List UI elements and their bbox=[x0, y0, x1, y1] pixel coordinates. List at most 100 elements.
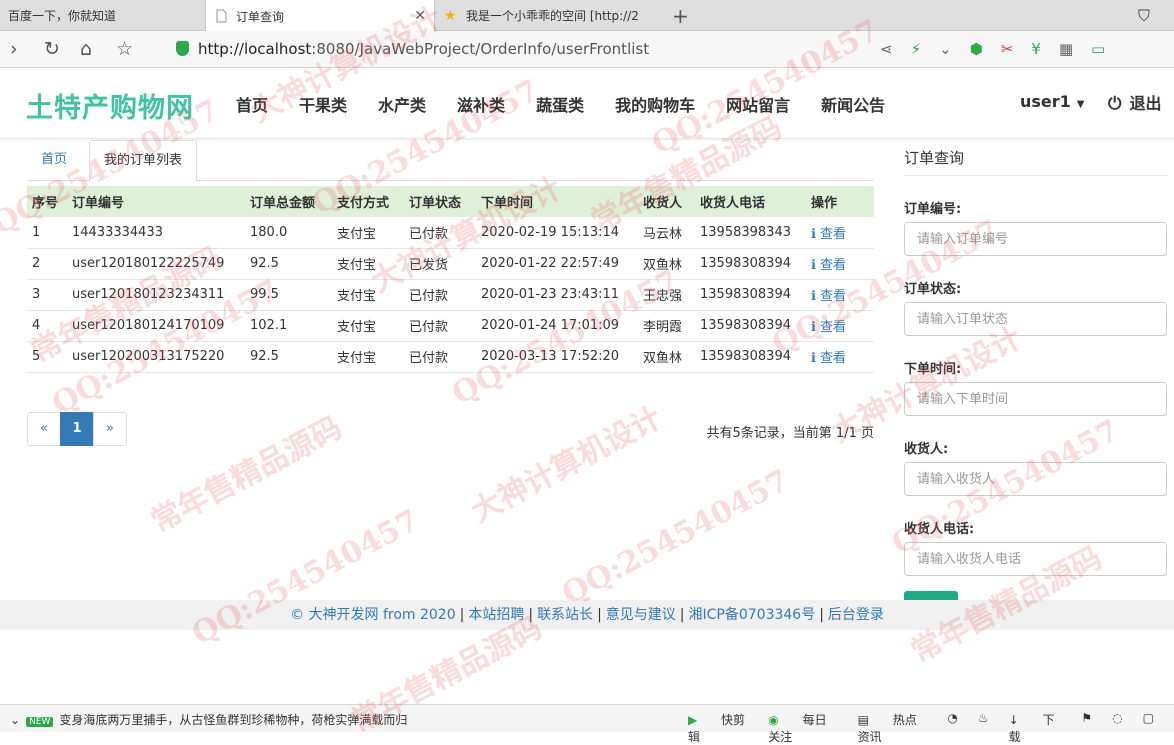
apps-icon[interactable]: ▦ bbox=[1059, 40, 1091, 58]
order-status-input[interactable] bbox=[904, 302, 1167, 336]
forward-icon[interactable]: › bbox=[10, 38, 18, 60]
cell-no: 1 bbox=[27, 217, 67, 249]
window-icon[interactable]: ▢ bbox=[1143, 711, 1154, 745]
receiver-phone-label: 收货人电话: bbox=[904, 522, 975, 537]
download-button[interactable]: ↓ 下载 bbox=[1009, 711, 1062, 745]
prev-page-button[interactable]: « bbox=[27, 412, 61, 446]
money-icon[interactable]: ¥ bbox=[1031, 40, 1059, 58]
cell-no: 3 bbox=[27, 279, 67, 311]
view-link[interactable]: ℹ 查看 bbox=[806, 217, 874, 249]
shield-ext-icon[interactable]: ⬢ bbox=[970, 40, 1001, 58]
nav-home[interactable]: 首页 bbox=[236, 92, 268, 116]
star-icon: ★ bbox=[444, 7, 457, 24]
receiver-input[interactable] bbox=[904, 462, 1167, 496]
col-pay: 支付方式 bbox=[332, 186, 404, 217]
receiver-phone-input[interactable] bbox=[904, 542, 1167, 576]
main-nav: 首页 干果类 水产类 滋补类 蔬蛋类 我的购物车 网站留言 新闻公告 bbox=[236, 92, 916, 116]
col-action: 操作 bbox=[806, 186, 874, 217]
col-time: 下单时间 bbox=[476, 186, 638, 217]
cell-receiver: 双鱼林 bbox=[638, 248, 695, 280]
cell-receiver: 李明霞 bbox=[638, 310, 695, 342]
cell-total: 102.1 bbox=[245, 310, 332, 342]
logout-link[interactable]: ⏻ 退出 bbox=[1108, 90, 1161, 114]
nav-news[interactable]: 新闻公告 bbox=[821, 92, 885, 116]
address-bar: › ↻ ⌂ ☆ http://localhost:8080/JavaWebPro… bbox=[0, 31, 1174, 68]
power-icon: ⏻ bbox=[1108, 94, 1122, 114]
hot-news-button[interactable]: ▤ 热点资讯 bbox=[858, 711, 928, 745]
col-status: 订单状态 bbox=[404, 186, 476, 217]
flag-icon[interactable]: ⚑ bbox=[1081, 711, 1092, 745]
cell-phone: 13598308394 bbox=[695, 248, 806, 280]
nav-vegetables-eggs[interactable]: 蔬蛋类 bbox=[536, 92, 584, 116]
view-link[interactable]: ℹ 查看 bbox=[806, 310, 874, 342]
cell-pay: 支付宝 bbox=[332, 217, 404, 249]
chevron-down-icon[interactable]: ⌄ bbox=[939, 40, 970, 58]
browser-tab-bar: 百度一下，你就知道 订单查询 ✕ ★ 我是一个小乖乖的空间 [http://2 … bbox=[0, 0, 1174, 32]
view-label: 查看 bbox=[819, 289, 846, 304]
cell-pay: 支付宝 bbox=[332, 341, 404, 373]
pig-icon[interactable]: ♨ bbox=[978, 711, 989, 745]
page-icon bbox=[214, 9, 228, 23]
footer-icp[interactable]: 湘ICP备0703346号 bbox=[689, 607, 816, 623]
cell-pay: 支付宝 bbox=[332, 310, 404, 342]
chevron-double-down-icon: ⌄ bbox=[10, 713, 21, 727]
footer-jobs[interactable]: 本站招聘 bbox=[468, 607, 524, 623]
share-icon[interactable]: ⋖ bbox=[880, 40, 911, 58]
battery-icon[interactable]: ▭ bbox=[1091, 40, 1123, 58]
browser-tab-baidu[interactable]: 百度一下，你就知道 bbox=[0, 0, 200, 31]
download-icon: ↓ bbox=[1008, 713, 1023, 727]
order-status-label: 订单状态: bbox=[904, 282, 962, 297]
nav-seafood[interactable]: 水产类 bbox=[378, 92, 426, 116]
footer-contact[interactable]: 联系站长 bbox=[537, 607, 593, 623]
status-news[interactable]: ⌄ NEW 变身海底两万里捕手，从古怪鱼群到珍稀物种，荷枪实弹满载而归 bbox=[10, 711, 407, 728]
shirt-icon[interactable]: ⛉ bbox=[1138, 6, 1164, 25]
breadcrumb-home[interactable]: 首页 bbox=[27, 140, 81, 181]
view-link[interactable]: ℹ 查看 bbox=[806, 248, 874, 280]
url-field[interactable]: http://localhost:8080/JavaWebProject/Ord… bbox=[198, 40, 649, 58]
lightning-icon[interactable]: ⚡ bbox=[911, 40, 940, 58]
cell-pay: 支付宝 bbox=[332, 279, 404, 311]
status-tools: ▶ 快剪辑 ◉ 每日关注 ▤ 热点资讯 ◔ ♨ ↓ 下载 ⚑ ◌ ▢ bbox=[688, 711, 1174, 745]
clean-icon[interactable]: ◌ bbox=[1112, 711, 1122, 745]
footer-copyright[interactable]: © 大神开发网 from 2020 bbox=[290, 607, 456, 623]
footer-separator: | bbox=[597, 607, 602, 623]
watermark: 常年售精品源码 bbox=[145, 410, 348, 540]
footer-separator: | bbox=[528, 607, 534, 623]
user-menu[interactable]: user1 ▼ bbox=[1020, 92, 1085, 111]
home-icon[interactable]: ⌂ bbox=[80, 38, 92, 60]
bookmark-star-icon[interactable]: ☆ bbox=[116, 38, 133, 60]
close-tab-icon[interactable]: ✕ bbox=[414, 8, 426, 24]
new-badge: NEW bbox=[26, 717, 54, 727]
nav-tonic[interactable]: 滋补类 bbox=[457, 92, 505, 116]
view-label: 查看 bbox=[819, 258, 846, 273]
breadcrumb-current[interactable]: 我的订单列表 bbox=[89, 140, 198, 182]
scissors-icon[interactable]: ✂ bbox=[1001, 40, 1032, 58]
daily-focus-button[interactable]: ◉ 每日关注 bbox=[768, 711, 837, 745]
window-controls: ⛉ bbox=[1138, 6, 1164, 26]
order-time-input[interactable] bbox=[904, 382, 1167, 416]
view-link[interactable]: ℹ 查看 bbox=[806, 279, 874, 311]
nav-messages[interactable]: 网站留言 bbox=[726, 92, 790, 116]
speed-icon[interactable]: ◔ bbox=[947, 711, 957, 745]
nav-cart[interactable]: 我的购物车 bbox=[615, 92, 695, 116]
watermark: QQ:254540457 bbox=[556, 463, 795, 612]
orders-table: 序号 订单编号 订单总金额 支付方式 订单状态 下单时间 收货人 收货人电话 操… bbox=[27, 186, 874, 373]
page-1-button[interactable]: 1 bbox=[60, 412, 94, 446]
new-tab-button[interactable]: + bbox=[672, 4, 689, 28]
reload-icon[interactable]: ↻ bbox=[44, 38, 60, 60]
cell-time: 2020-02-19 15:13:14 bbox=[476, 217, 638, 249]
view-link[interactable]: ℹ 查看 bbox=[806, 341, 874, 373]
browser-tab-active[interactable]: 订单查询 ✕ bbox=[205, 0, 435, 32]
next-page-button[interactable]: » bbox=[93, 412, 127, 446]
footer-feedback[interactable]: 意见与建议 bbox=[606, 607, 676, 623]
footer-separator: | bbox=[679, 607, 685, 623]
browser-tab-qzone[interactable]: ★ 我是一个小乖乖的空间 [http://2 bbox=[436, 0, 666, 31]
cell-status: 已付款 bbox=[404, 310, 476, 342]
cell-order-no: user120180123234311 bbox=[67, 279, 245, 311]
nav-dried-fruit[interactable]: 干果类 bbox=[299, 92, 347, 116]
footer-admin-login[interactable]: 后台登录 bbox=[828, 607, 884, 623]
order-no-input[interactable] bbox=[904, 222, 1167, 256]
cell-receiver: 双鱼林 bbox=[638, 341, 695, 373]
quick-edit-button[interactable]: ▶ 快剪辑 bbox=[688, 711, 748, 745]
site-brand[interactable]: 土特产购物网 bbox=[26, 86, 194, 125]
